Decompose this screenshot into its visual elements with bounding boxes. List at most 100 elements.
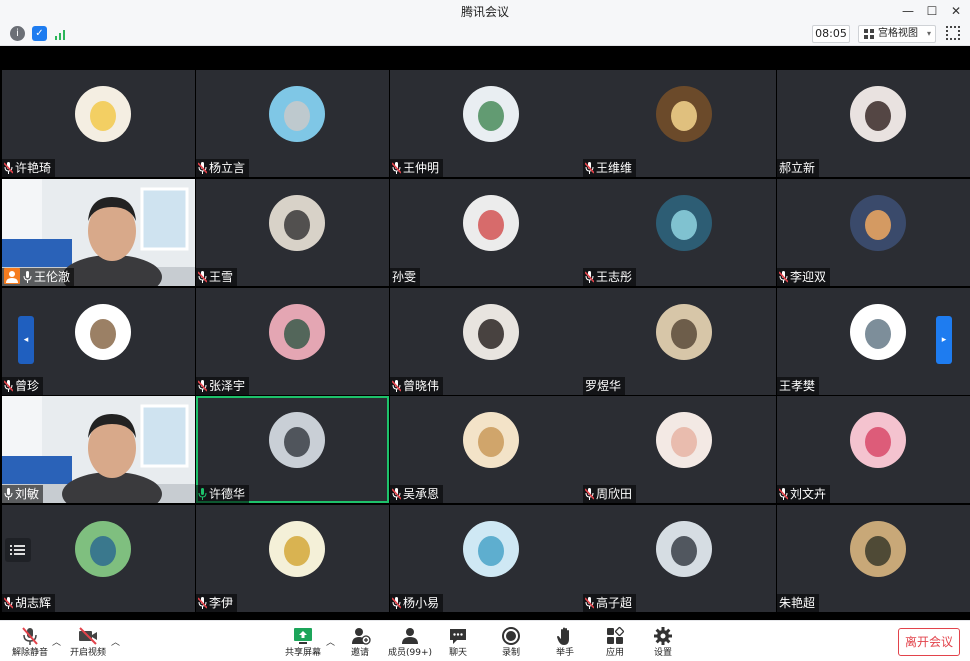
participant-name-tag: 王仲明 [390, 159, 444, 177]
participant-tile[interactable]: 孙雯 [390, 179, 583, 286]
video-grid: 朱艳超 高子超 杨小易 李伊 胡志辉 刘文卉 周欣田 吴承恩 许德华 刘敏 王孝樊 罗煜华 曾晓伟 张泽宇… [0, 46, 970, 620]
video-options-caret[interactable]: ︿ [111, 635, 120, 648]
participant-name: 李伊 [209, 596, 234, 610]
share-screen-button[interactable]: 共享屏幕 [273, 623, 333, 661]
participant-tile[interactable]: 李迎双 [777, 179, 970, 286]
avatar [850, 412, 906, 468]
participant-tile[interactable]: 杨小易 [390, 505, 583, 612]
participant-tile[interactable]: 刘文卉 [777, 396, 970, 503]
record-button[interactable]: 录制 [481, 623, 541, 661]
participant-name-tag: 王孝樊 [777, 377, 820, 395]
participant-name: 李迎双 [790, 270, 827, 284]
avatar [269, 521, 325, 577]
view-mode-label: 宫格视图 [878, 28, 918, 39]
participant-tile[interactable]: 周欣田 [583, 396, 776, 503]
participant-name-tag: 李伊 [196, 594, 238, 612]
close-button[interactable]: ✕ [946, 1, 966, 21]
muted-mic-icon [392, 162, 401, 174]
share-screen-label: 共享屏幕 [284, 648, 321, 658]
view-mode-dropdown[interactable]: 宫格视图 ▾ [858, 25, 936, 43]
muted-mic-icon [22, 627, 38, 645]
participant-list-toggle[interactable] [5, 538, 31, 562]
chat-button[interactable]: 聊天 [428, 623, 488, 661]
add-user-icon [352, 628, 371, 645]
chevron-down-icon: ▾ [926, 29, 931, 38]
participant-tile[interactable]: 朱艳超 [777, 505, 970, 612]
minimize-button[interactable]: — [898, 1, 918, 21]
hand-icon [557, 627, 569, 645]
participant-name: 刘敏 [15, 487, 40, 501]
shield-icon[interactable]: ✓ [32, 26, 47, 41]
avatar [656, 195, 712, 251]
avatar [75, 304, 131, 360]
participant-tile[interactable]: 王雪 [196, 179, 389, 286]
grid-icon [864, 29, 874, 39]
meeting-toolbar: i ✓ 08:05 宫格视图 ▾ [0, 22, 970, 46]
participant-tile[interactable]: 李伊 [196, 505, 389, 612]
participant-tile[interactable]: 张泽宇 [196, 288, 389, 395]
participant-tile[interactable]: 王伦澈 [2, 179, 195, 286]
participant-tile[interactable]: 高子超 [583, 505, 776, 612]
avatar [75, 86, 131, 142]
avatar [463, 412, 519, 468]
participant-tile[interactable]: 王维维 [583, 70, 776, 177]
participant-name: 许艳琦 [15, 161, 52, 175]
participant-tile[interactable]: 许艳琦 [2, 70, 195, 177]
fullscreen-icon[interactable] [946, 26, 960, 40]
participant-name: 刘文卉 [790, 487, 827, 501]
window-title: 腾讯会议 [460, 5, 509, 19]
muted-mic-icon [779, 271, 788, 283]
signal-icon[interactable] [54, 26, 68, 40]
participant-name: 王孝樊 [779, 379, 816, 393]
participant-name-tag: 杨立言 [196, 159, 250, 177]
muted-mic-icon [198, 271, 207, 283]
participant-name: 罗煜华 [585, 379, 622, 393]
meeting-controls: 解除静音 ︿ 开启视频 ︿ 共享屏幕 ︿ 邀请 成员(99+) 聊天 录制 举手… [0, 620, 970, 661]
record-label: 录制 [501, 648, 520, 658]
participant-tile[interactable]: 吴承恩 [390, 396, 583, 503]
participant-tile[interactable]: 王仲明 [390, 70, 583, 177]
muted-mic-icon [392, 488, 401, 500]
leave-meeting-button[interactable]: 离开会议 [898, 628, 960, 656]
participant-name-tag: 王伦澈 [2, 268, 75, 286]
participant-tile[interactable]: 刘敏 [2, 396, 195, 503]
muted-mic-icon [198, 597, 207, 609]
unmute-button[interactable]: 解除静音 [0, 623, 60, 661]
muted-mic-icon [585, 597, 594, 609]
participant-name: 杨立言 [209, 161, 246, 175]
avatar [656, 412, 712, 468]
muted-mic-icon [198, 380, 207, 392]
participant-name-tag: 周欣田 [583, 485, 637, 503]
avatar [656, 86, 712, 142]
participant-name-tag: 朱艳超 [777, 594, 820, 612]
video-off-icon [79, 627, 97, 645]
participant-tile[interactable]: 郝立新 [777, 70, 970, 177]
title-bar: 腾讯会议 — ☐ ✕ [0, 0, 970, 22]
next-page-button[interactable]: ▸ [936, 316, 952, 364]
participant-tile[interactable]: 杨立言 [196, 70, 389, 177]
participant-tile[interactable]: 罗煜华 [583, 288, 776, 395]
muted-mic-icon [4, 162, 13, 174]
chat-icon [450, 629, 466, 644]
participant-name-tag: 王雪 [196, 268, 238, 286]
participant-name-tag: 许德华 [196, 485, 250, 503]
host-icon [4, 268, 20, 284]
chat-label: 聊天 [448, 648, 467, 658]
participant-tile[interactable]: 许德华 [196, 396, 389, 503]
maximize-button[interactable]: ☐ [922, 1, 942, 21]
participant-name: 曾晓伟 [403, 379, 440, 393]
participant-tile[interactable]: 王志彤 [583, 179, 776, 286]
participant-name-tag: 许艳琦 [2, 159, 56, 177]
participant-tile[interactable]: 曾晓伟 [390, 288, 583, 395]
settings-button[interactable]: 设置 [633, 623, 693, 661]
info-icon[interactable]: i [10, 26, 25, 41]
avatar [463, 521, 519, 577]
participant-name: 吴承恩 [403, 487, 440, 501]
participant-name-tag: 杨小易 [390, 594, 444, 612]
previous-page-button[interactable]: ◂ [18, 316, 34, 364]
participant-name: 张泽宇 [209, 379, 246, 393]
record-icon [502, 627, 520, 645]
mic-icon [23, 271, 32, 283]
start-video-button[interactable]: 开启视频 [58, 623, 118, 661]
muted-mic-icon [585, 271, 594, 283]
